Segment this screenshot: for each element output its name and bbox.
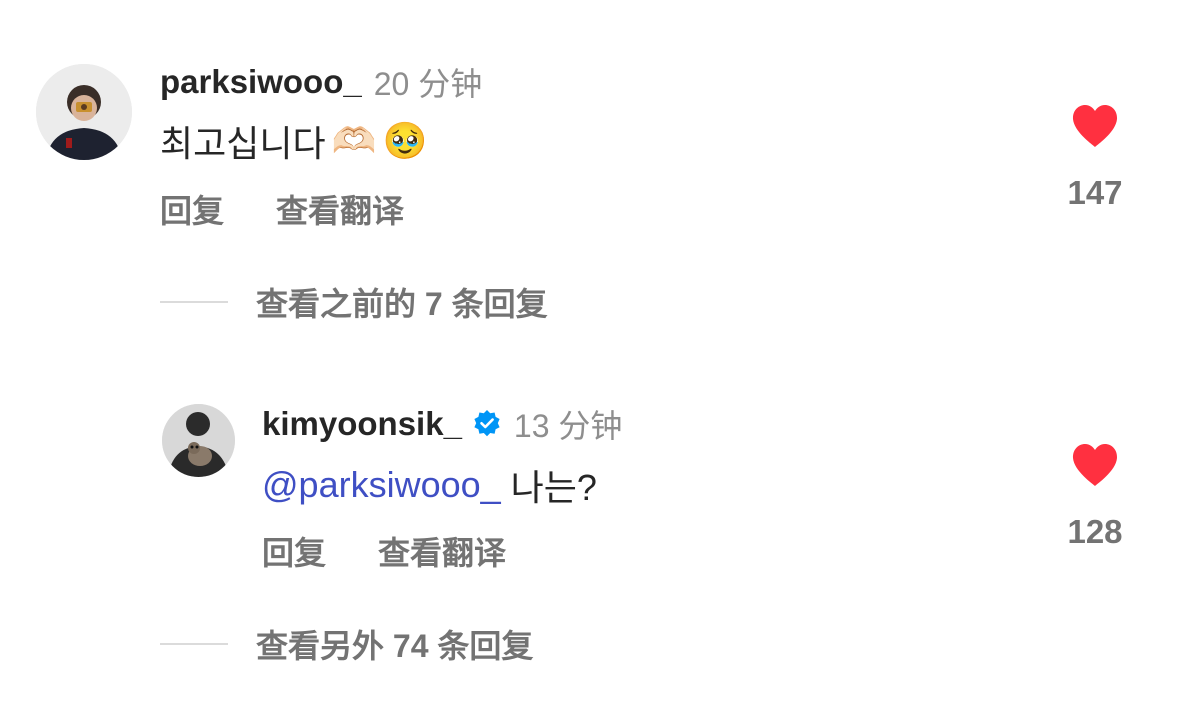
verified-badge-icon xyxy=(472,409,502,439)
like-control: 147 xyxy=(1055,104,1135,212)
heart-filled-icon[interactable] xyxy=(1071,104,1119,148)
comment-header: kimyoonsik_ 13 分钟 xyxy=(262,404,622,444)
divider-line xyxy=(160,301,228,303)
comment-text: 최고십니다 🫶🏻 🥹 xyxy=(160,115,427,167)
reply-button[interactable]: 回复 xyxy=(160,186,224,232)
comment-timestamp: 20 分钟 xyxy=(373,66,483,102)
heart-filled-icon[interactable] xyxy=(1071,443,1119,487)
comment-body: 나는? xyxy=(500,467,597,508)
avatar-parksiwooo[interactable] xyxy=(36,64,132,160)
username[interactable]: parksiwooo_ xyxy=(160,63,362,101)
comment-body: 최고십니다 xyxy=(160,123,326,164)
comment-timestamp: 13 分钟 xyxy=(513,408,623,444)
comment-actions: 回复 查看翻译 xyxy=(262,530,558,572)
reply-button[interactable]: 回复 xyxy=(262,528,326,574)
username[interactable]: kimyoonsik_ xyxy=(262,405,462,443)
view-more-replies-button[interactable]: 查看另外 74 条回复 xyxy=(160,622,533,666)
like-count: 128 xyxy=(1067,513,1123,550)
user-mention-link[interactable]: @parksiwooo_ xyxy=(262,464,501,506)
avatar-kimyoonsik[interactable] xyxy=(162,404,235,477)
like-count: 147 xyxy=(1067,174,1123,211)
comment-text: @parksiwooo_ 나는? xyxy=(262,460,597,510)
view-previous-replies-button[interactable]: 查看之前的 7 条回复 xyxy=(160,280,548,324)
see-translation-button[interactable]: 查看翻译 xyxy=(276,186,404,232)
see-translation-button[interactable]: 查看翻译 xyxy=(378,528,506,574)
view-replies-label: 查看之前的 7 条回复 xyxy=(256,286,548,322)
view-replies-label: 查看另外 74 条回复 xyxy=(256,628,534,664)
heart-hands-emoji: 🫶🏻 xyxy=(331,120,377,161)
comment-actions: 回复 查看翻译 xyxy=(160,188,456,230)
divider-line xyxy=(160,643,228,645)
comment-header: parksiwooo_ 20 分钟 xyxy=(160,62,482,102)
like-control: 128 xyxy=(1055,443,1135,551)
pleading-face-emoji: 🥹 xyxy=(382,120,428,161)
avatar-image xyxy=(36,64,132,160)
avatar-image xyxy=(162,404,235,477)
